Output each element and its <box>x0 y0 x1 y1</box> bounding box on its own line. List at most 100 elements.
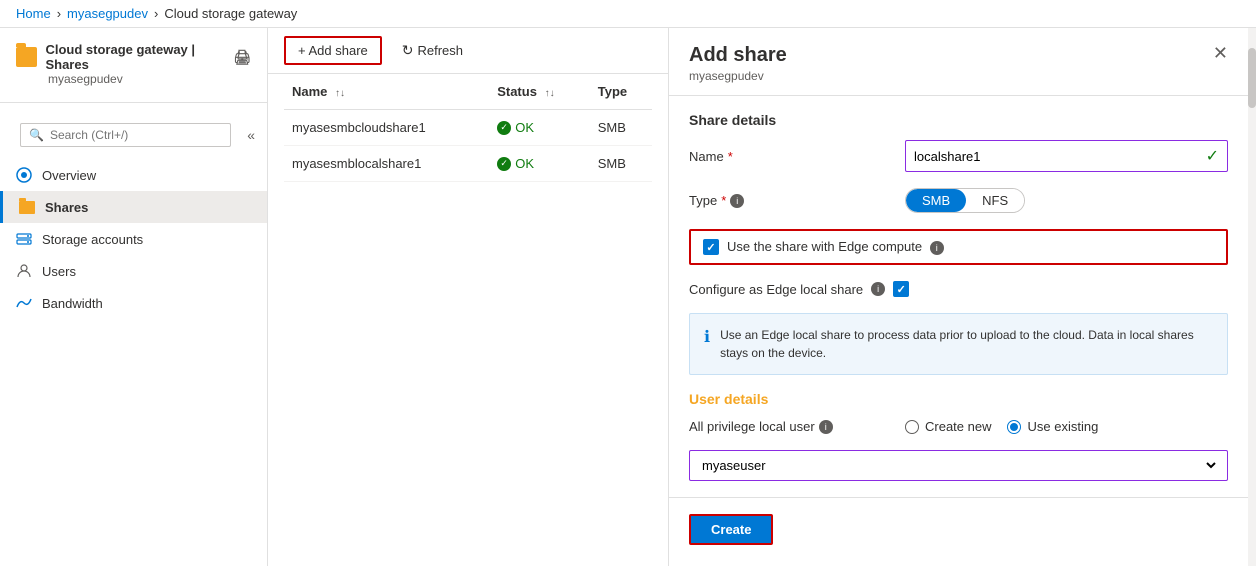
type-info-icon[interactable]: i <box>730 194 744 208</box>
edge-local-row: Configure as Edge local share i <box>689 281 1228 297</box>
name-input-wrapper: ✓ <box>905 140 1228 172</box>
user-select-box[interactable]: myaseuser <box>689 450 1228 481</box>
sidebar-title: Cloud storage gateway | Shares 🖨 <box>16 42 251 72</box>
search-icon: 🔍 <box>29 128 44 142</box>
type-smb-option[interactable]: SMB <box>906 189 966 212</box>
info-box-icon: ℹ <box>704 327 710 362</box>
user-details-title: User details <box>689 391 1228 407</box>
sidebar-item-label-bandwidth: Bandwidth <box>42 296 103 311</box>
sidebar: Cloud storage gateway | Shares 🖨 myasegp… <box>0 28 268 566</box>
breadcrumb-sep1: › <box>57 6 61 21</box>
edge-compute-checkbox[interactable] <box>703 239 719 255</box>
sidebar-item-label-shares: Shares <box>45 200 88 215</box>
info-box-text: Use an Edge local share to process data … <box>720 326 1213 362</box>
status-ok-icon2: ✓ <box>497 157 511 171</box>
collapse-button[interactable]: « <box>243 123 259 147</box>
breadcrumb: Home › myasegpudev › Cloud storage gatew… <box>0 0 1256 28</box>
use-existing-option[interactable]: Use existing <box>1007 419 1098 434</box>
name-label: Name * <box>689 149 889 164</box>
panel-scroll: Share details Name * ✓ <box>669 96 1248 566</box>
folder-icon <box>16 47 37 67</box>
user-select[interactable]: myaseuser <box>698 457 1219 474</box>
sidebar-header: Cloud storage gateway | Shares 🖨 myasegp… <box>0 28 267 94</box>
search-box[interactable]: 🔍 <box>20 123 231 147</box>
sidebar-item-label-overview: Overview <box>42 168 96 183</box>
overview-icon <box>16 167 32 183</box>
type-toggle-wrapper: SMB NFS <box>905 188 1228 213</box>
row1-name[interactable]: myasesmbcloudshare1 <box>284 110 489 146</box>
sidebar-nav: Overview Shares Storage accounts <box>0 159 267 319</box>
divider <box>0 102 267 103</box>
page-title: Cloud storage gateway | Shares <box>45 42 221 72</box>
privilege-info-icon[interactable]: i <box>819 420 833 434</box>
name-check-icon: ✓ <box>1206 146 1219 166</box>
create-new-label: Create new <box>925 419 991 434</box>
name-row: Name * ✓ <box>689 140 1228 172</box>
breadcrumb-sep2: › <box>154 6 158 21</box>
edge-local-checkbox[interactable] <box>893 281 909 297</box>
type-nfs-option[interactable]: NFS <box>966 189 1024 212</box>
storage-icon <box>16 231 32 247</box>
col-type[interactable]: Type <box>590 74 652 110</box>
panel-subtitle: myasegpudev <box>689 69 787 83</box>
sort-icon-status: ↑↓ <box>545 88 555 99</box>
add-share-panel: Add share myasegpudev ✕ Share details Na… <box>668 28 1248 566</box>
col-name[interactable]: Name ↑↓ <box>284 74 489 110</box>
info-box: ℹ Use an Edge local share to process dat… <box>689 313 1228 375</box>
edge-local-info-icon[interactable]: i <box>871 282 885 296</box>
sidebar-item-users[interactable]: Users <box>0 255 267 287</box>
add-share-button[interactable]: + Add share <box>284 36 382 65</box>
sidebar-item-storage-accounts[interactable]: Storage accounts <box>0 223 267 255</box>
panel-footer: Create <box>669 497 1248 561</box>
users-icon <box>16 263 32 279</box>
name-input-box[interactable]: ✓ <box>905 140 1228 172</box>
name-input[interactable] <box>914 149 1206 164</box>
create-new-radio[interactable] <box>905 420 919 434</box>
sidebar-item-label-storage: Storage accounts <box>42 232 143 247</box>
name-required: * <box>728 149 733 164</box>
row1-status: ✓ OK <box>489 110 590 146</box>
sidebar-item-overview[interactable]: Overview <box>0 159 267 191</box>
radio-group-wrapper: Create new Use existing <box>905 419 1228 434</box>
toolbar: + Add share ↻ Refresh <box>268 28 668 74</box>
privilege-row: All privilege local user i Create new <box>689 419 1228 434</box>
sidebar-item-bandwidth[interactable]: Bandwidth <box>0 287 267 319</box>
privilege-label: All privilege local user i <box>689 419 889 434</box>
user-radio-group: Create new Use existing <box>905 419 1228 434</box>
use-existing-label: Use existing <box>1027 419 1098 434</box>
edge-compute-label: Use the share with Edge compute i <box>727 239 944 255</box>
panel-header: Add share myasegpudev ✕ <box>669 28 1248 96</box>
table-row: myasesmbcloudshare1 ✓ OK SMB <box>284 110 652 146</box>
edge-compute-info-icon[interactable]: i <box>930 241 944 255</box>
panel-title: Add share <box>689 44 787 67</box>
bandwidth-icon <box>16 295 32 311</box>
sidebar-item-label-users: Users <box>42 264 76 279</box>
row2-name[interactable]: myasesmblocalshare1 <box>284 146 489 182</box>
panel-scrollbar[interactable] <box>1248 28 1256 566</box>
search-input[interactable] <box>50 128 222 142</box>
scrollbar-thumb-top <box>1248 48 1256 108</box>
shares-icon <box>19 199 35 215</box>
breadcrumb-device[interactable]: myasegpudev <box>67 6 148 21</box>
use-existing-radio[interactable] <box>1007 420 1021 434</box>
type-toggle[interactable]: SMB NFS <box>905 188 1025 213</box>
refresh-button[interactable]: ↻ Refresh <box>390 37 475 64</box>
col-status[interactable]: Status ↑↓ <box>489 74 590 110</box>
sidebar-item-shares[interactable]: Shares <box>0 191 267 223</box>
sort-icon-name: ↑↓ <box>335 88 345 99</box>
close-panel-button[interactable]: ✕ <box>1213 44 1228 62</box>
breadcrumb-current: Cloud storage gateway <box>164 6 297 21</box>
create-button[interactable]: Create <box>689 514 773 545</box>
sidebar-subtitle: myasegpudev <box>48 72 251 86</box>
row2-type: SMB <box>590 146 652 182</box>
edge-compute-row: Use the share with Edge compute i <box>689 229 1228 265</box>
edge-local-label: Configure as Edge local share <box>689 282 863 297</box>
create-new-option[interactable]: Create new <box>905 419 991 434</box>
print-icon: 🖨 <box>233 49 251 66</box>
refresh-label: Refresh <box>417 43 463 58</box>
type-row: Type * i SMB NFS <box>689 188 1228 213</box>
breadcrumb-home[interactable]: Home <box>16 6 51 21</box>
panel-body: Share details Name * ✓ <box>669 96 1248 497</box>
content-area: + Add share ↻ Refresh Name ↑↓ Status <box>268 28 668 566</box>
row2-status: ✓ OK <box>489 146 590 182</box>
